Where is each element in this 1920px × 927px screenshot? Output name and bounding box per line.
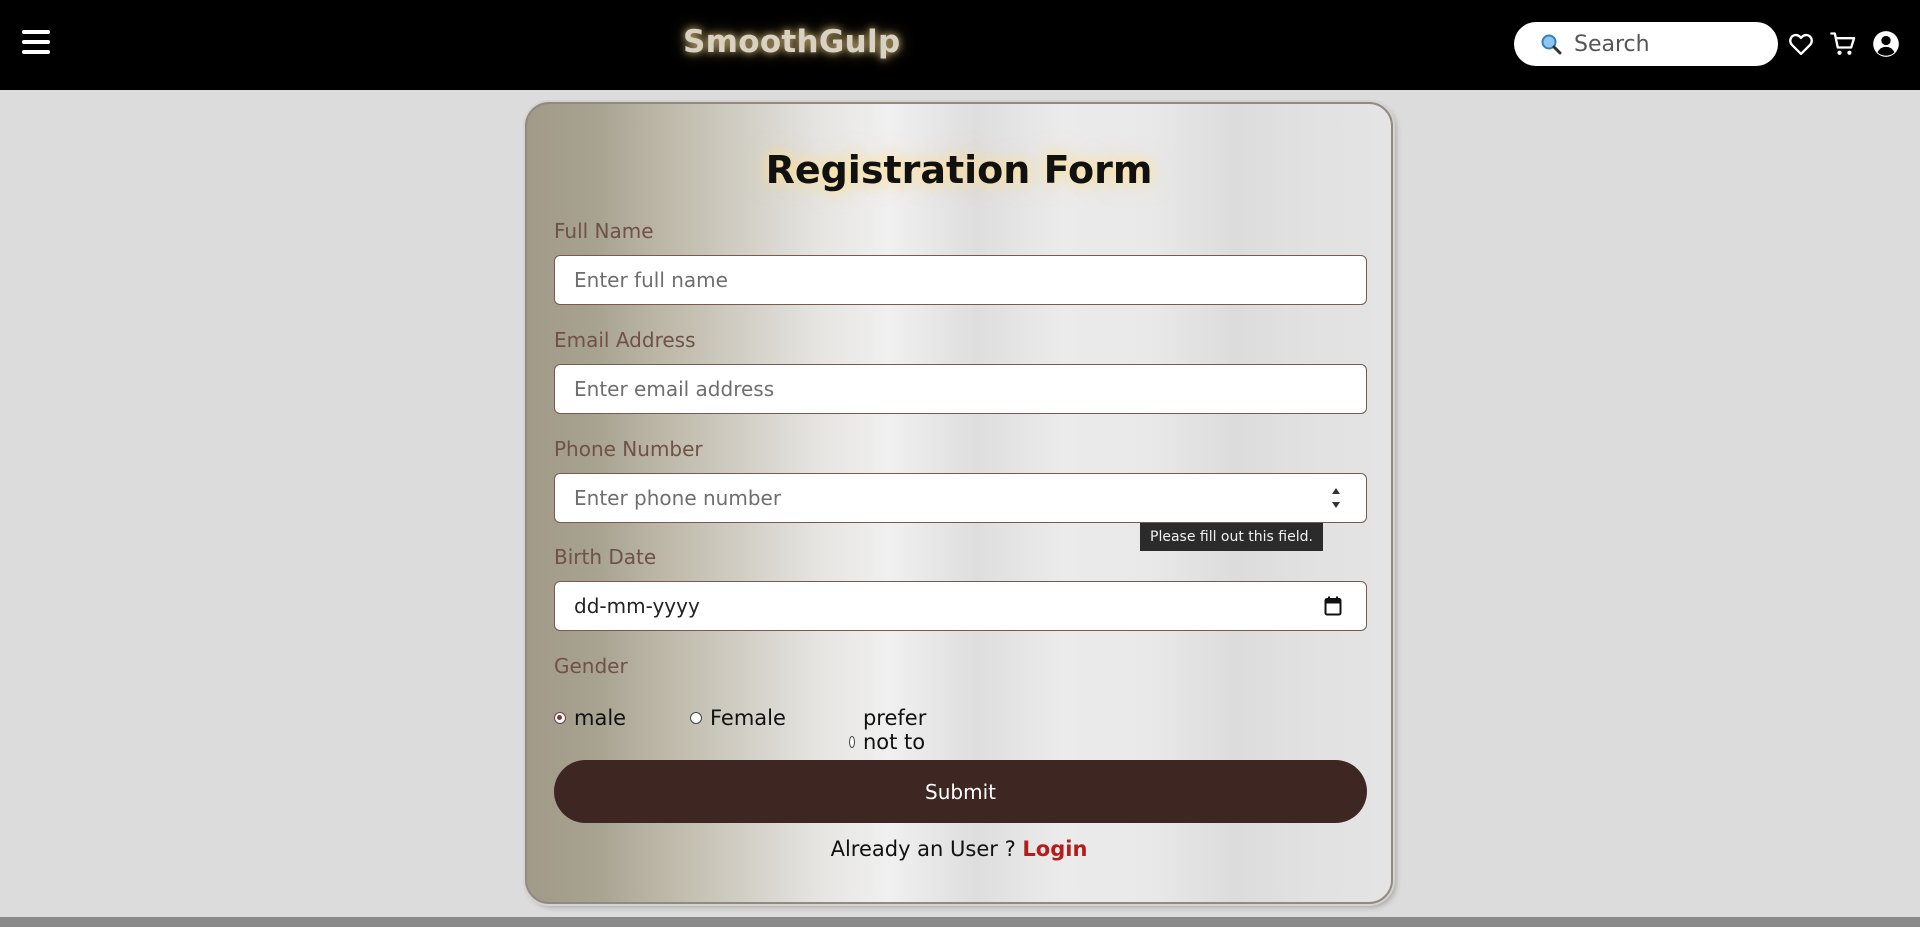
login-link[interactable]: Login [1022, 837, 1087, 861]
calendar-icon[interactable] [1324, 596, 1342, 616]
phone-label: Phone Number [554, 437, 703, 461]
brand-logo[interactable]: SmoothGulp [683, 24, 900, 60]
search-input[interactable] [1572, 30, 1766, 58]
full-name-label: Full Name [554, 219, 654, 243]
gender-option-female[interactable]: Female [690, 706, 786, 730]
top-navbar: SmoothGulp [0, 0, 1920, 90]
radio-unchecked-icon[interactable] [690, 712, 702, 724]
email-label: Email Address [554, 328, 696, 352]
gender-option-label: Female [710, 706, 786, 730]
cart-icon[interactable] [1829, 30, 1857, 58]
number-stepper-icon[interactable] [1329, 485, 1343, 511]
account-icon[interactable] [1872, 30, 1900, 58]
gender-label: Gender [554, 654, 628, 678]
validation-tooltip: Please fill out this field. [1140, 523, 1323, 551]
gender-option-male[interactable]: male [554, 706, 626, 730]
registration-card: Registration Form Full Name Email Addres… [525, 102, 1393, 904]
gender-option-label: male [574, 706, 627, 730]
birth-date-value: dd-mm-yyyy [574, 594, 700, 618]
phone-input[interactable] [554, 473, 1367, 523]
radio-unchecked-icon[interactable] [849, 736, 855, 748]
menu-icon[interactable] [22, 30, 50, 58]
birth-date-label: Birth Date [554, 545, 657, 569]
radio-checked-icon[interactable] [554, 712, 566, 724]
full-name-input[interactable] [554, 255, 1367, 305]
login-prompt-text: Already an User ? [830, 837, 1016, 861]
heart-icon[interactable] [1787, 30, 1815, 58]
phone-field [527, 473, 1395, 523]
submit-button[interactable]: Submit [554, 760, 1367, 823]
search-bar[interactable] [1514, 22, 1778, 66]
email-input[interactable] [554, 364, 1367, 414]
page-title: Registration Form [765, 148, 1153, 192]
bottom-scroll-strip [0, 917, 1920, 927]
login-prompt: Already an User ? Login [527, 837, 1391, 861]
birth-date-input[interactable]: dd-mm-yyyy [554, 581, 1367, 631]
search-icon [1541, 34, 1562, 55]
